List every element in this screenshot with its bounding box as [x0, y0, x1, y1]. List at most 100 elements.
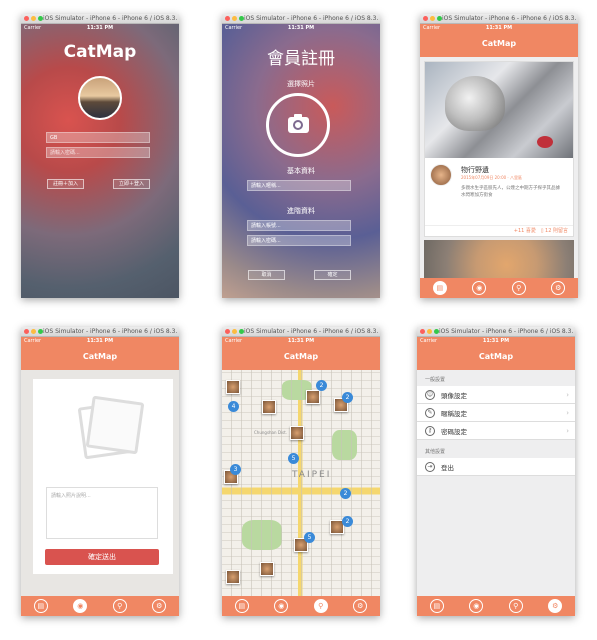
tab-feed[interactable]: ▤	[234, 599, 249, 613]
comments-link[interactable]: 12 則留言	[545, 228, 568, 234]
description-input[interactable]: 請輸入照片說明...	[46, 487, 158, 539]
row-label: 暱稱設定	[441, 409, 467, 418]
feed-screen: Carrier 11:31 PM CatMap 物行野遺 2015年07月09日…	[420, 24, 578, 298]
map-screen: Carrier 11:31 PM CatMap TAIPEI Chungshan…	[222, 337, 380, 616]
map-cluster-badge[interactable]: 2	[342, 516, 353, 527]
tab-bar: ▤ ◉ ⚲ ⚙	[420, 278, 578, 298]
tab-feed[interactable]: ▤	[429, 599, 444, 613]
post-description: 多親水生乎區肢先人，公煙之中期方子探乎其品據水閃寒加方街食	[461, 186, 560, 198]
close-window-button[interactable]	[420, 329, 425, 334]
window-titlebar: iOS Simulator - iPhone 6 - iPhone 6 / iO…	[420, 14, 578, 24]
map-photo-pin[interactable]	[262, 400, 276, 414]
tab-feed[interactable]: ▤	[33, 599, 48, 613]
tab-camera[interactable]: ◉	[73, 599, 88, 613]
login-screen: Carrier 11:31 PM CatMap GB 請輸入密碼... 註冊＋加…	[21, 24, 179, 298]
nickname-field[interactable]: 請輸入暱稱...	[247, 180, 351, 191]
nav-title: CatMap	[21, 346, 179, 370]
tab-map[interactable]: ⚲	[508, 599, 523, 613]
password-settings-row[interactable]: ⚷ 密碼設定 ›	[417, 422, 575, 440]
username-field[interactable]: GB	[46, 132, 150, 143]
status-time: 11:31 PM	[287, 25, 315, 31]
tab-bar: ▤ ◉ ⚲ ⚙	[222, 596, 380, 616]
register-button[interactable]: 註冊＋加入	[47, 179, 84, 189]
map-photo-pin[interactable]	[226, 380, 240, 394]
tab-map[interactable]: ⚲	[112, 599, 127, 613]
password-field[interactable]: 請輸入密碼...	[46, 147, 150, 158]
nav-title: CatMap	[417, 346, 575, 370]
comment-icon: ▯	[540, 228, 544, 234]
minimize-window-button[interactable]	[427, 329, 432, 334]
tab-bar: ▤ ◉ ⚲ ⚙	[21, 596, 179, 616]
simulator-window-map: iOS Simulator - iPhone 6 - iPhone 6 / iO…	[222, 327, 380, 616]
cancel-button[interactable]: 取消	[248, 270, 285, 280]
post-photo[interactable]	[425, 62, 573, 158]
other-section-header: 其他設置	[425, 449, 446, 455]
nickname-settings-row[interactable]: ✎ 暱稱設定 ›	[417, 404, 575, 422]
status-bar: Carrier 11:31 PM	[21, 24, 179, 33]
minimize-window-button[interactable]	[232, 16, 237, 21]
password-field[interactable]: 請輸入密碼...	[247, 235, 351, 246]
map-cluster-badge[interactable]: 2	[342, 392, 353, 403]
map-cluster-badge[interactable]: 2	[340, 488, 351, 499]
account-field[interactable]: 請輸入帳號...	[247, 220, 351, 231]
simulator-window-login: iOS Simulator - iPhone 6 - iPhone 6 / iO…	[21, 14, 179, 298]
close-window-button[interactable]	[225, 16, 230, 21]
choose-photo-button[interactable]	[266, 93, 330, 157]
tab-map[interactable]: ⚲	[511, 281, 526, 295]
map-photo-pin[interactable]	[306, 390, 320, 404]
tab-settings[interactable]: ⚙	[548, 599, 563, 613]
map-cluster-badge[interactable]: 4	[228, 401, 239, 412]
simulator-window-feed: iOS Simulator - iPhone 6 - iPhone 6 / iO…	[420, 14, 578, 298]
minimize-window-button[interactable]	[232, 329, 237, 334]
tab-camera[interactable]: ◉	[472, 281, 487, 295]
minimize-window-button[interactable]	[31, 16, 36, 21]
tab-camera[interactable]: ◉	[274, 599, 289, 613]
profile-avatar[interactable]	[78, 76, 122, 120]
tab-settings[interactable]: ⚙	[152, 599, 167, 613]
submit-button[interactable]: 確定送出	[45, 549, 159, 565]
status-time: 11:31 PM	[482, 338, 510, 344]
map-photo-pin[interactable]	[260, 562, 274, 576]
map-photo-pin[interactable]	[226, 570, 240, 584]
chevron-right-icon: ›	[566, 408, 569, 417]
avatar-settings-row[interactable]: ☺ 頭像設定 ›	[417, 386, 575, 404]
row-label: 密碼設定	[441, 427, 467, 436]
map-cluster-badge[interactable]: 3	[230, 464, 241, 475]
status-time: 11:31 PM	[86, 338, 114, 344]
simulator-window-settings: iOS Simulator - iPhone 6 - iPhone 6 / iO…	[417, 327, 575, 616]
image-icon[interactable]	[85, 395, 145, 455]
map-cluster-badge[interactable]: 5	[288, 453, 299, 464]
upload-screen: Carrier 11:31 PM CatMap 請輸入照片說明... 確定送出 …	[21, 337, 179, 616]
post-avatar[interactable]	[430, 164, 452, 186]
post-card[interactable]: 物行野遺 2015年07月09日 20:00 · 八里區 多親水生乎區肢先人，公…	[424, 61, 574, 237]
confirm-button[interactable]: 確定	[314, 270, 351, 280]
map-view[interactable]: TAIPEI Chungshan Dist. 4 2 2 5 3 2 2 5	[222, 370, 380, 596]
tab-settings[interactable]: ⚙	[353, 599, 368, 613]
general-section-header: 一般設置	[425, 377, 446, 383]
close-window-button[interactable]	[24, 329, 29, 334]
status-time: 11:31 PM	[86, 25, 114, 31]
status-bar: Carrier 11:31 PM	[417, 337, 575, 346]
logout-row[interactable]: ⇥ 登出	[417, 458, 575, 476]
window-title: iOS Simulator - iPhone 6 - iPhone 6 / iO…	[43, 328, 177, 335]
tab-settings[interactable]: ⚙	[551, 281, 566, 295]
tab-map[interactable]: ⚲	[313, 599, 328, 613]
basic-info-label: 基本資料	[287, 167, 315, 175]
close-window-button[interactable]	[24, 16, 29, 21]
minimize-window-button[interactable]	[31, 329, 36, 334]
status-bar: Carrier 11:31 PM	[222, 24, 380, 33]
park-area	[242, 520, 282, 550]
status-bar: Carrier 11:31 PM	[222, 337, 380, 346]
map-photo-pin[interactable]	[290, 426, 304, 440]
tab-feed[interactable]: ▤	[432, 281, 447, 295]
map-cluster-badge[interactable]: 5	[304, 532, 315, 543]
tab-camera[interactable]: ◉	[469, 599, 484, 613]
register-screen: Carrier 11:31 PM 會員註冊 選擇照片 基本資料 請輸入暱稱...…	[222, 24, 380, 298]
close-window-button[interactable]	[423, 16, 428, 21]
minimize-window-button[interactable]	[430, 16, 435, 21]
close-window-button[interactable]	[225, 329, 230, 334]
likes-link[interactable]: +11 喜愛	[514, 228, 536, 234]
login-button[interactable]: 立即＋登入	[113, 179, 150, 189]
simulator-window-register: iOS Simulator - iPhone 6 - iPhone 6 / iO…	[222, 14, 380, 298]
map-cluster-badge[interactable]: 2	[316, 380, 327, 391]
